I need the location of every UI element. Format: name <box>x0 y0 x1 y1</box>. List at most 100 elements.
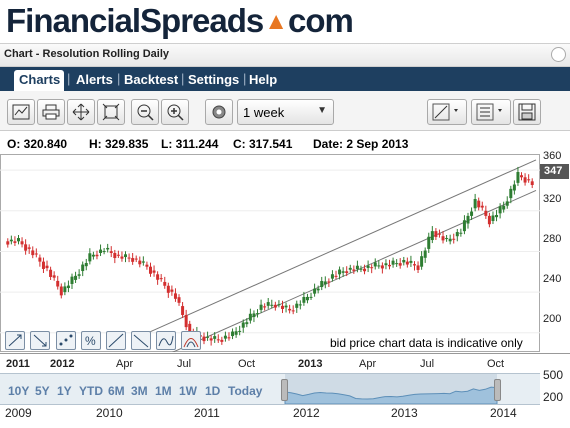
arc-tool-button[interactable] <box>181 331 201 350</box>
range-1m-button[interactable]: 1M <box>155 384 172 398</box>
candle-body <box>377 265 381 267</box>
candle-body <box>252 313 256 318</box>
candle-body <box>359 268 363 270</box>
candle-body <box>512 184 516 191</box>
zoom-in-button[interactable] <box>161 99 189 125</box>
price-chart-svg[interactable] <box>0 154 540 352</box>
candle-body <box>177 297 181 303</box>
tab-charts[interactable]: Charts <box>14 70 64 91</box>
chart-type-button[interactable] <box>7 99 35 125</box>
candle-body <box>245 322 249 325</box>
candle-body <box>124 254 128 258</box>
line-icon <box>133 334 149 348</box>
percent-icon: % <box>85 334 96 348</box>
range-ytd-button[interactable]: YTD <box>79 384 103 398</box>
candle-body <box>59 286 63 296</box>
candle-body <box>148 266 152 274</box>
y-tick-label: 280 <box>543 233 562 245</box>
period-select[interactable]: 1 week ▼ <box>237 99 334 125</box>
candle-body <box>405 261 409 265</box>
fit-button[interactable] <box>97 99 125 125</box>
window-control-icon[interactable] <box>551 47 566 62</box>
tab-alerts[interactable]: Alerts <box>76 72 113 87</box>
candle-body <box>234 331 238 335</box>
layout-button[interactable] <box>471 99 511 125</box>
line-tool-button[interactable] <box>131 331 151 350</box>
zoom-out-button[interactable] <box>131 99 159 125</box>
candle-body <box>120 256 124 259</box>
low-value: L: 311.244 <box>161 137 219 151</box>
candle-body <box>502 205 506 210</box>
save-button[interactable] <box>513 99 541 125</box>
navigator-right-handle[interactable] <box>494 379 501 401</box>
x-tick-label: 2011 <box>6 358 30 370</box>
candle-body <box>459 232 463 234</box>
scatter-tool-button[interactable] <box>56 331 76 350</box>
candle-body <box>56 280 60 287</box>
tab-help[interactable]: Help <box>249 72 277 87</box>
price-chart[interactable]: 360 320 280 240 200 <box>0 150 570 352</box>
trend-down-tool-button[interactable] <box>30 331 50 350</box>
range-10y-button[interactable]: 10Y <box>8 384 29 398</box>
range-navigator[interactable]: 10Y 5Y 1Y YTD 6M 3M 1M 1W 1D Today <box>0 373 540 405</box>
candle-body <box>520 175 524 178</box>
candle-body <box>445 238 449 240</box>
candle-body <box>448 238 452 242</box>
trend-up-icon <box>8 334 22 347</box>
navigator-left-handle[interactable] <box>281 379 288 401</box>
candle-body <box>363 268 367 272</box>
navigator-tick-label: 500 <box>543 368 564 382</box>
candle-body <box>477 200 481 208</box>
ray-tool-button[interactable] <box>106 331 126 350</box>
year-label: 2014 <box>490 406 517 420</box>
range-today-button[interactable]: Today <box>228 384 262 398</box>
nav-separator: | <box>181 71 185 86</box>
zoom-out-icon <box>137 104 154 121</box>
curve-tool-button[interactable] <box>156 331 176 350</box>
candle-body <box>156 274 160 280</box>
print-icon <box>42 104 60 120</box>
candle-body <box>288 308 292 311</box>
trend-up-tool-button[interactable] <box>5 331 25 350</box>
candle-body <box>266 302 270 306</box>
settings-button[interactable] <box>205 99 233 125</box>
candle-body <box>391 260 395 265</box>
candle-body <box>480 205 484 208</box>
candle-body <box>202 336 206 342</box>
candle-body <box>462 220 466 232</box>
range-6m-button[interactable]: 6M <box>108 384 125 398</box>
year-label: 2009 <box>5 406 32 420</box>
range-1d-button[interactable]: 1D <box>205 384 220 398</box>
candle-body <box>145 264 149 267</box>
range-1y-button[interactable]: 1Y <box>57 384 72 398</box>
brand-name-part2: com <box>288 2 354 39</box>
draw-line-button[interactable] <box>427 99 467 125</box>
candle-body <box>131 258 135 262</box>
x-tick-label: Oct <box>238 358 256 370</box>
range-5y-button[interactable]: 5Y <box>35 384 50 398</box>
candle-body <box>316 288 320 291</box>
candle-body <box>380 265 384 269</box>
range-3m-button[interactable]: 3M <box>131 384 148 398</box>
candle-body <box>34 253 38 255</box>
range-1w-button[interactable]: 1W <box>179 384 197 398</box>
print-button[interactable] <box>37 99 65 125</box>
tab-settings[interactable]: Settings <box>188 72 239 87</box>
x-tick-label: Oct <box>487 358 505 370</box>
curve-icon <box>158 335 174 347</box>
last-price-badge: 347 <box>540 164 569 179</box>
candle-body <box>134 258 138 260</box>
tab-backtest[interactable]: Backtest <box>124 72 178 87</box>
candle-body <box>455 232 459 237</box>
candle-body <box>313 288 317 294</box>
year-label: 2012 <box>293 406 320 420</box>
move-button[interactable] <box>67 99 95 125</box>
candle-body <box>259 304 263 310</box>
high-value: H: 329.835 <box>89 137 149 151</box>
candle-body <box>330 274 334 279</box>
x-axis: 2011 2012 Apr Jul Oct 2013 Apr Jul Oct <box>0 353 570 373</box>
brand-logo[interactable]: FinancialSpreads▲com <box>6 2 354 40</box>
percent-tool-button[interactable]: % <box>81 331 101 350</box>
candle-body <box>220 339 224 342</box>
candle-body <box>6 241 10 245</box>
